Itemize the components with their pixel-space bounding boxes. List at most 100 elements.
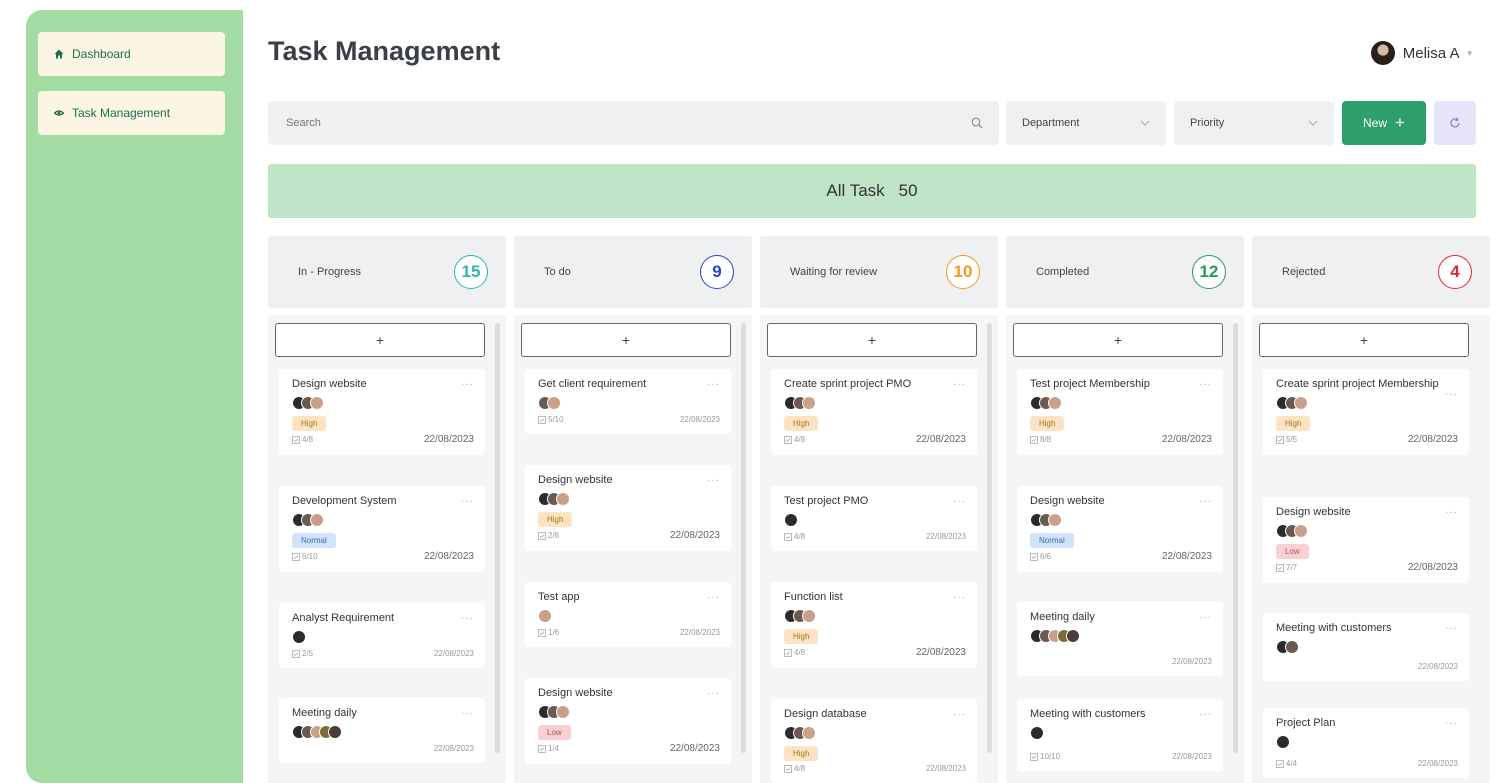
sidebar-item-task-management[interactable]: Task Management [38,91,225,135]
task-card[interactable]: Development System ··· Normal 6/10 22/08/… [279,486,485,572]
scrollbar[interactable] [495,323,500,753]
card-footer: 1/4 22/08/2023 [538,743,720,764]
column-title: In - Progress [298,266,361,278]
card-footer: 2/5 22/08/2023 [292,649,474,668]
avatar [1048,513,1062,527]
task-card[interactable]: Project Plan ··· 4/4 22/08/2023 [1263,708,1469,778]
more-icon[interactable]: ··· [953,709,966,720]
priority-tag: High [538,512,573,527]
more-icon[interactable]: ··· [1445,389,1458,400]
checkbox-icon [784,532,792,541]
task-card[interactable]: Design website ··· High 4/8 22/08/2023 [279,369,485,455]
toolbar: Department Priority New + [268,101,1476,145]
checkbox-icon [1030,752,1038,761]
scrollbar[interactable] [1233,323,1238,753]
search-input[interactable] [286,117,971,129]
subtask-count: 5/10 [538,415,564,424]
more-icon[interactable]: ··· [953,379,966,390]
subtask-count-text: 1/6 [548,628,560,637]
assignees [1276,640,1458,656]
column-count-badge: 9 [700,255,734,289]
add-card-button[interactable]: + [767,323,977,357]
search-icon[interactable] [971,117,983,129]
more-icon[interactable]: ··· [953,496,966,507]
add-card-button[interactable]: + [275,323,485,357]
task-card[interactable]: Test app ··· 1/6 22/08/2023 [525,582,731,647]
subtask-count-text: 2/5 [302,649,314,658]
due-date: 22/08/2023 [1407,434,1458,445]
more-icon[interactable]: ··· [1199,709,1212,720]
due-date: 22/08/2023 [1417,662,1458,671]
task-card[interactable]: Function list ··· High 4/8 22/08/2023 [771,582,977,668]
task-card[interactable]: Meeting daily ··· 22/08/2023 [279,698,485,763]
task-card[interactable]: Meeting with customers ··· 22/08/2023 [1263,613,1469,681]
avatar [784,513,798,527]
task-card[interactable]: Design website ··· Low 1/4 22/08/2023 [525,678,731,764]
card-title: Meeting with customers [1030,708,1146,720]
more-icon[interactable]: ··· [953,592,966,603]
refresh-icon [1450,117,1460,128]
task-card[interactable]: Meeting with customers ··· 10/10 22/08/20… [1017,699,1223,771]
more-icon[interactable]: ··· [1445,718,1458,729]
priority-tag: High [1030,416,1065,431]
task-card[interactable]: Create sprint project PMO ··· High 4/8 22… [771,369,977,455]
task-card[interactable]: Design website ··· High 2/8 22/08/2023 [525,465,731,551]
card-footer: 22/08/2023 [292,744,474,763]
task-card[interactable]: Create sprint project Membership ··· Hig… [1263,369,1469,455]
avatar [328,725,342,739]
task-card[interactable]: Design website ··· Normal 6/6 22/08/2023 [1017,486,1223,572]
search-box [268,101,999,145]
sidebar-item-dashboard[interactable]: Dashboard [38,32,225,76]
card-footer: 6/10 22/08/2023 [292,551,474,572]
due-date: 22/08/2023 [1171,752,1212,761]
task-card[interactable]: Meeting daily ··· 22/08/2023 [1017,602,1223,676]
new-task-button[interactable]: New + [1342,101,1426,145]
refresh-button[interactable] [1434,101,1476,145]
card-footer: 4/8 22/08/2023 [784,532,966,551]
more-icon[interactable]: ··· [707,592,720,603]
card-footer: 4/8 22/08/2023 [784,434,966,455]
task-card[interactable]: Design website ··· Low 7/7 22/08/2023 [1263,497,1469,583]
task-card[interactable]: Test project PMO ··· 4/8 22/08/2023 [771,486,977,551]
more-icon[interactable]: ··· [707,688,720,699]
more-icon[interactable]: ··· [461,496,474,507]
due-date: 22/08/2023 [915,647,966,658]
more-icon[interactable]: ··· [707,379,720,390]
more-icon[interactable]: ··· [461,708,474,719]
more-icon[interactable]: ··· [1199,379,1212,390]
add-card-button[interactable]: + [521,323,731,357]
scrollbar[interactable] [987,323,992,753]
add-card-button[interactable]: + [1259,323,1469,357]
more-icon[interactable]: ··· [461,379,474,390]
task-card[interactable]: Test project Membership ··· High 8/8 22/0… [1017,369,1223,455]
more-icon[interactable]: ··· [1445,507,1458,518]
card-title: Get client requirement [538,378,647,390]
column-todo: + Get client requirement ··· 5/10 22/08/2… [514,315,752,783]
priority-tag: Normal [1030,533,1074,548]
user-name: Melisa A [1402,44,1460,62]
card-title: Design website [538,687,613,699]
task-card[interactable]: Analyst Requirement ··· 2/5 22/08/2023 [279,603,485,668]
priority-tag: Normal [292,533,336,548]
add-card-button[interactable]: + [1013,323,1223,357]
subtask-count-text: 4/8 [794,648,806,657]
more-icon[interactable]: ··· [1445,623,1458,634]
assignees [1276,396,1458,412]
subtask-count: 7/7 [1276,563,1297,572]
department-select[interactable]: Department [1006,101,1166,145]
card-title: Design website [292,378,367,390]
card-title: Design website [538,474,613,486]
task-card[interactable]: Design database ··· High 4/8 22/08/2023 [771,699,977,783]
user-menu[interactable]: Melisa A ▾ [1367,34,1482,72]
all-task-summary: All Task 50 [268,164,1476,218]
more-icon[interactable]: ··· [461,613,474,624]
more-icon[interactable]: ··· [1199,612,1212,623]
priority-select[interactable]: Priority [1174,101,1334,145]
avatar [1030,726,1044,740]
scrollbar[interactable] [741,323,746,753]
card-footer: 7/7 22/08/2023 [1276,562,1458,583]
more-icon[interactable]: ··· [1199,496,1212,507]
task-card[interactable]: Get client requirement ··· 5/10 22/08/202… [525,369,731,434]
more-icon[interactable]: ··· [707,475,720,486]
avatar [556,492,570,506]
